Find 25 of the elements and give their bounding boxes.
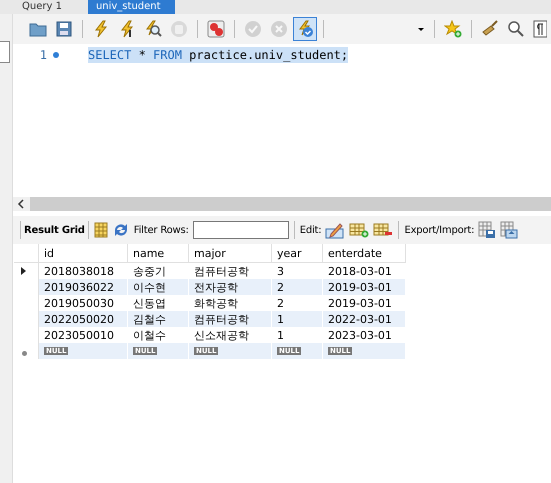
table-cell: 2022-03-01 bbox=[322, 311, 406, 327]
column-header[interactable]: name bbox=[128, 244, 188, 262]
filter-rows-label: Filter Rows: bbox=[134, 224, 189, 236]
table-cell: 김철수 bbox=[128, 311, 188, 327]
column-header[interactable]: major bbox=[188, 244, 272, 262]
table-cell: 컴퓨터공학 bbox=[188, 311, 272, 327]
sql-statement: SELECT * FROM practice.univ_student; bbox=[88, 47, 348, 63]
table-cell: 이수현 bbox=[128, 279, 188, 295]
export-import-label: Export/Import: bbox=[404, 224, 474, 236]
table-row[interactable]: 2019036022 이수현 전자공학 2 2019-03-01 bbox=[14, 279, 406, 295]
line-number: 1 bbox=[38, 48, 47, 62]
table-cell: 1 bbox=[272, 311, 322, 327]
table-row[interactable]: 2022050020 김철수 컴퓨터공학 1 2022-03-01 bbox=[14, 311, 406, 327]
table-cell: 2022050020 bbox=[38, 311, 128, 327]
editor-tab[interactable]: Query 1 bbox=[14, 0, 76, 14]
table-cell: 2019-03-01 bbox=[322, 279, 406, 295]
table-cell: 2 bbox=[272, 279, 322, 295]
edit-label: Edit: bbox=[300, 224, 322, 236]
editor-tab[interactable]: univ_student bbox=[88, 0, 175, 14]
column-header[interactable]: enterdate bbox=[322, 244, 406, 262]
column-header[interactable]: year bbox=[272, 244, 322, 262]
table-cell: 전자공학 bbox=[188, 279, 272, 295]
column-header[interactable]: id bbox=[38, 244, 128, 262]
table-cell: 2019036022 bbox=[38, 279, 128, 295]
result-grid-label: Result Grid bbox=[24, 224, 85, 236]
